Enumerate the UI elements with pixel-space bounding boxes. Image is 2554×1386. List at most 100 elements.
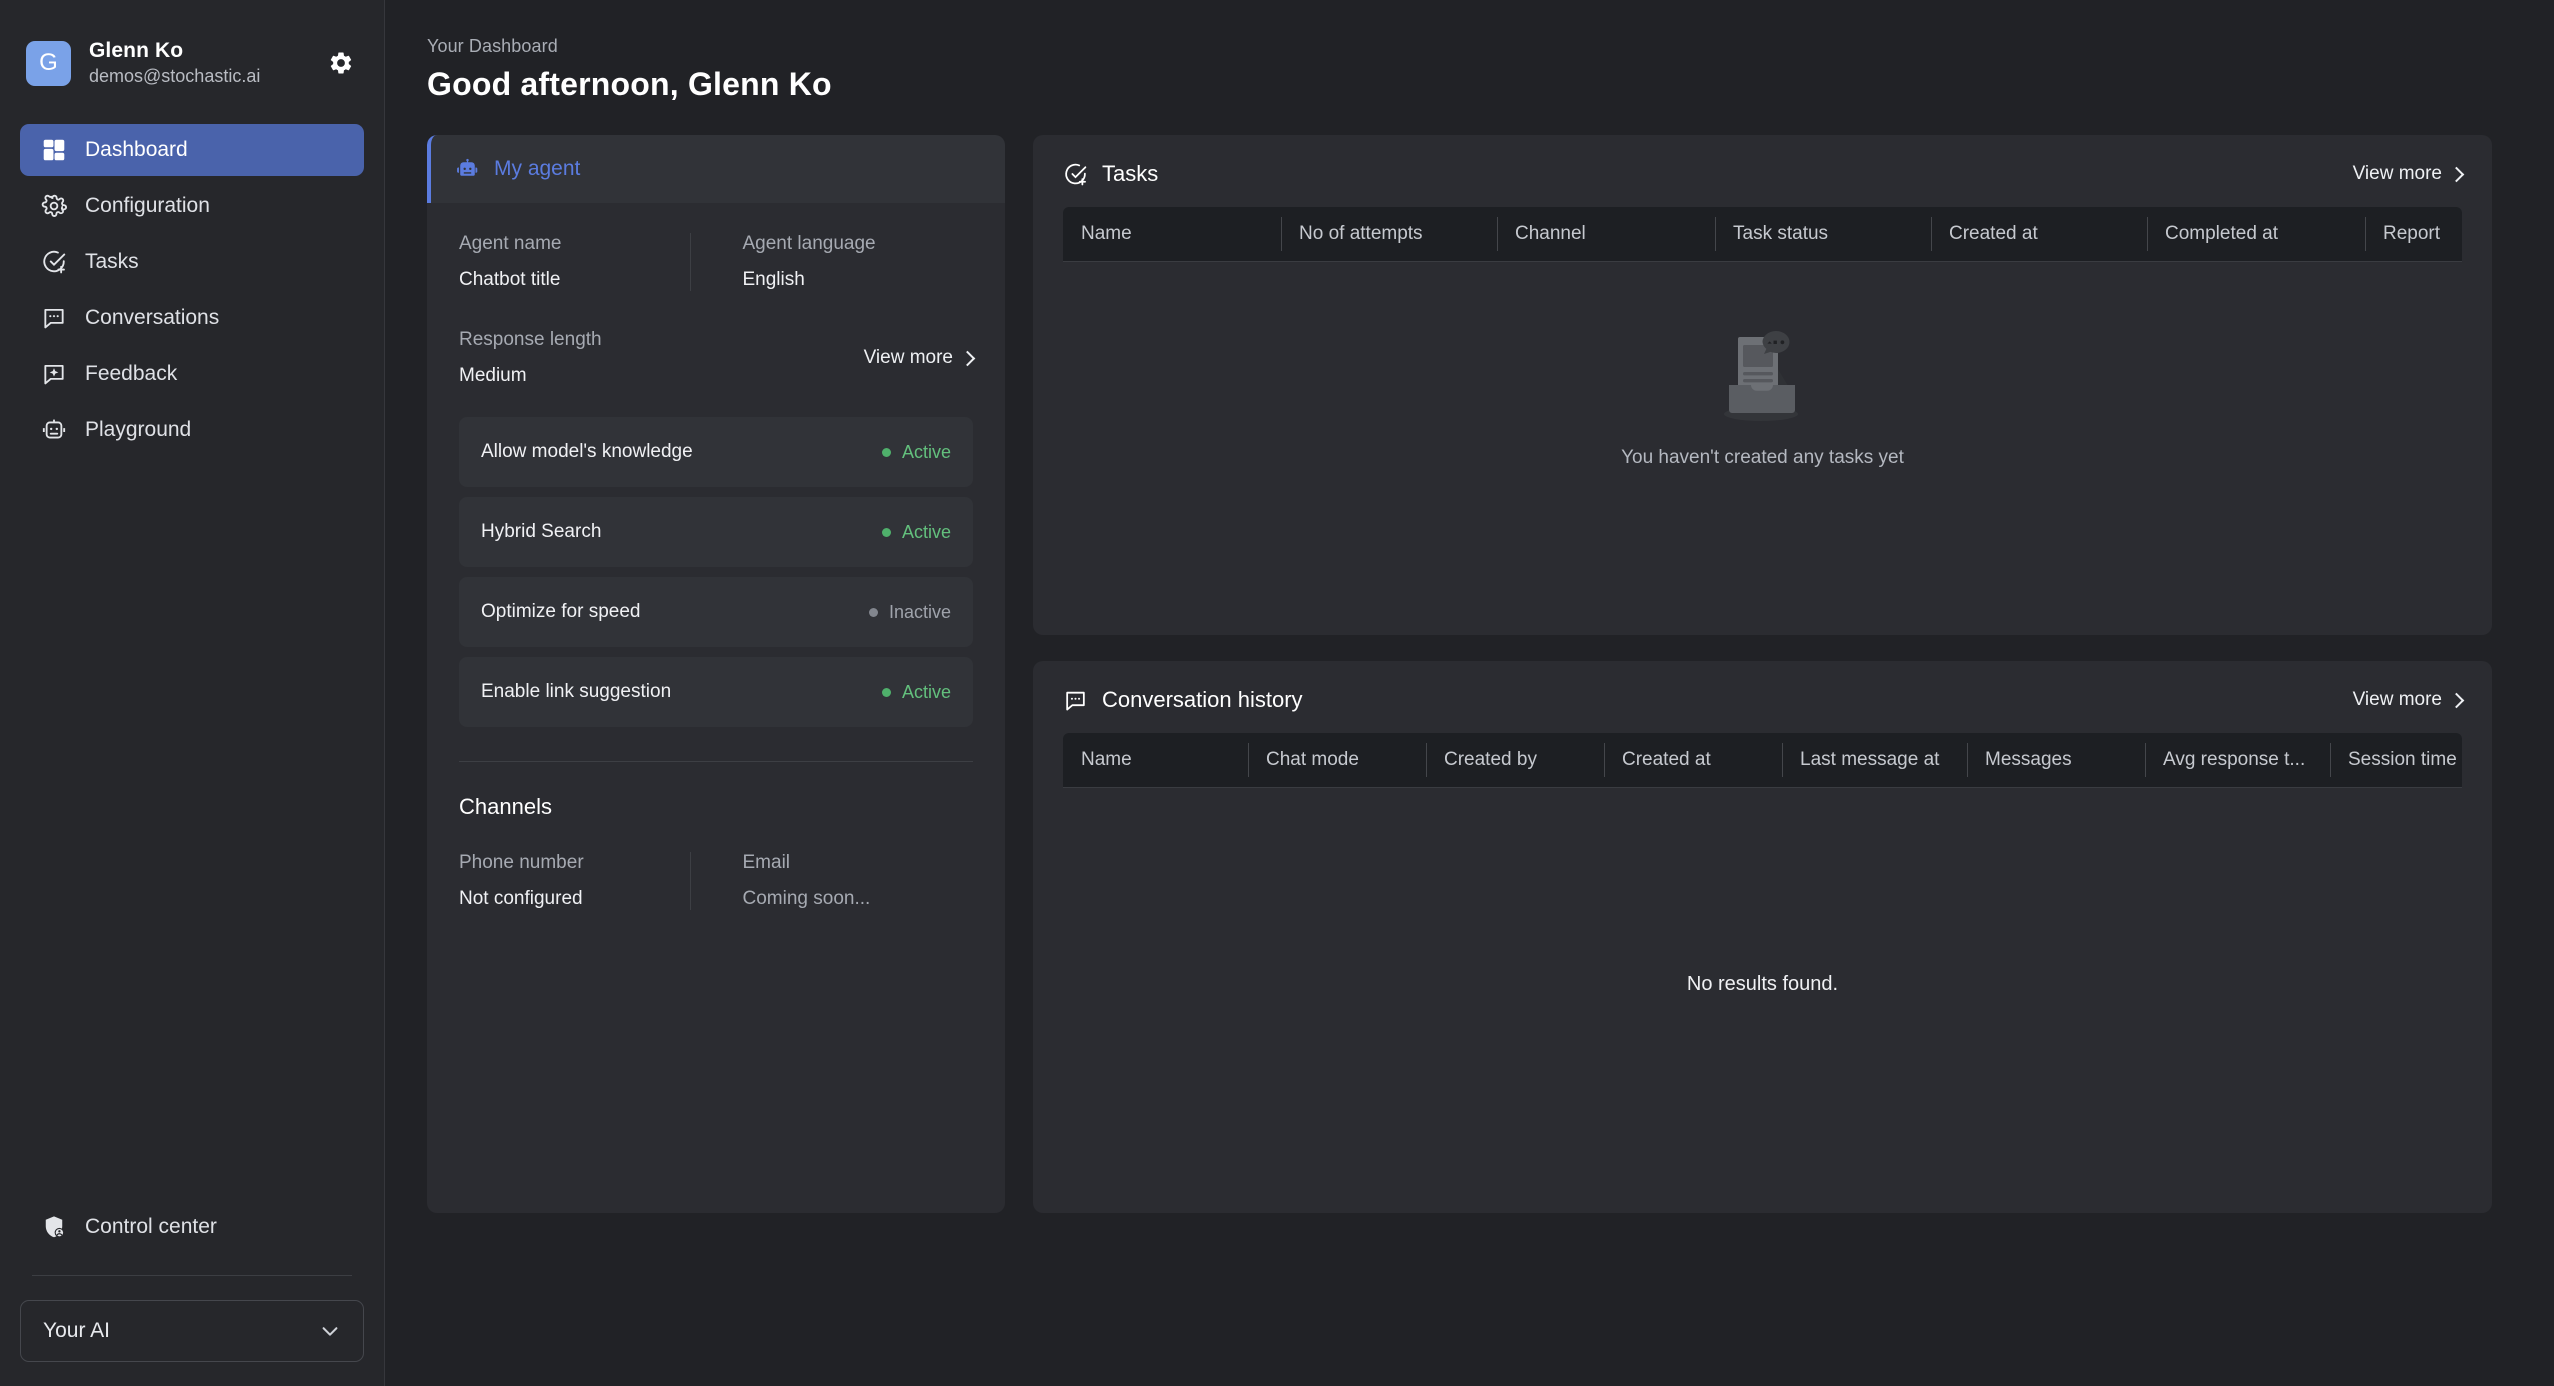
conv-col-created-at[interactable]: Created at [1604, 733, 1782, 787]
sidebar-item-feedback[interactable]: Feedback [20, 348, 364, 400]
conversation-history-panel: Conversation history View more Name Chat… [1033, 661, 2492, 1213]
feature-label: Allow model's knowledge [481, 441, 693, 462]
feature-row[interactable]: Hybrid Search Active [459, 497, 973, 567]
status-dot-icon [881, 687, 891, 697]
sidebar-item-label: Feedback [85, 362, 178, 385]
sidebar-item-playground[interactable]: Playground [20, 404, 364, 456]
sidebar-item-tasks[interactable]: Tasks [20, 236, 364, 288]
chevron-right-icon [2448, 166, 2465, 182]
settings-gear-icon[interactable] [324, 46, 358, 80]
tasks-table-body: You haven't created any tasks yet [1063, 262, 2462, 520]
channel-email-field: Email Coming soon... [689, 852, 974, 910]
status-label: Active [901, 521, 951, 542]
status-dot-icon [881, 527, 891, 537]
conv-col-last-message-at[interactable]: Last message at [1782, 733, 1967, 787]
chevron-down-icon [322, 1327, 338, 1336]
sidebar-bottom: Control center Your AI [0, 1201, 384, 1386]
chevron-right-icon [2448, 692, 2465, 708]
conversation-view-more-label: View more [2352, 689, 2442, 710]
sidebar-nav: Dashboard Configuration Tasks Conversati… [0, 124, 384, 456]
conversation-empty-message: No results found. [1686, 972, 1839, 995]
status-dot-icon [881, 447, 891, 457]
conv-col-avg-response[interactable]: Avg response t... [2145, 733, 2330, 787]
agent-view-more-link[interactable]: View more [864, 347, 976, 369]
agent-name-value: Chatbot title [459, 269, 561, 290]
chat-sparkle-icon [40, 361, 67, 388]
status-badge: Active [881, 681, 951, 703]
tasks-view-more-label: View more [2352, 163, 2442, 184]
tasks-col-created-at[interactable]: Created at [1931, 207, 2147, 261]
feature-label: Hybrid Search [481, 521, 602, 542]
channel-phone-label: Phone number [459, 852, 584, 873]
feature-row[interactable]: Optimize for speed Inactive [459, 577, 973, 647]
tasks-col-name[interactable]: Name [1063, 207, 1281, 261]
agent-name-label: Agent name [459, 233, 562, 254]
conversation-table-header-row: Name Chat mode Created by Created at Las… [1063, 733, 2462, 788]
status-label: Inactive [888, 601, 951, 622]
main-content: Your Dashboard Good afternoon, Glenn Ko … [385, 0, 2554, 1386]
sidebar-item-dashboard[interactable]: Dashboard [20, 124, 364, 176]
conversation-panel-header: Conversation history View more [1033, 661, 2492, 733]
sidebar-item-configuration[interactable]: Configuration [20, 180, 364, 232]
agent-info-row-1: Agent name Chatbot title Agent language … [459, 233, 973, 291]
shield-user-icon [40, 1214, 67, 1241]
avatar: G [26, 40, 71, 86]
sidebar-item-conversations[interactable]: Conversations [20, 292, 364, 344]
conv-col-messages[interactable]: Messages [1967, 733, 2145, 787]
conv-col-created-by[interactable]: Created by [1426, 733, 1604, 787]
channel-email-value: Coming soon... [742, 888, 871, 909]
sidebar: G Glenn Ko demos@stochastic.ai Dashboard [0, 0, 385, 1386]
tasks-col-task-status[interactable]: Task status [1715, 207, 1931, 261]
sidebar-item-control-center[interactable]: Control center [20, 1201, 364, 1253]
status-badge: Inactive [868, 601, 951, 623]
robot-icon [455, 157, 480, 182]
profile-section: G Glenn Ko demos@stochastic.ai [0, 0, 384, 96]
empty-tasks-illustration-icon [1723, 331, 1798, 421]
conversation-header-left: Conversation history [1063, 687, 1303, 713]
tasks-col-report[interactable]: Report [2365, 207, 2462, 261]
my-agent-card-header[interactable]: My agent [427, 135, 1005, 203]
response-length-label: Response length [459, 329, 602, 350]
status-label: Active [901, 441, 951, 462]
tasks-title: Tasks [1102, 161, 1159, 186]
agent-info-row-2: Response length Medium View more [459, 329, 976, 387]
conversation-view-more-link[interactable]: View more [2352, 689, 2465, 711]
status-label: Active [901, 681, 951, 702]
feature-row[interactable]: Allow model's knowledge Active [459, 417, 973, 487]
chat-dots-icon [40, 305, 67, 332]
profile-email: demos@stochastic.ai [89, 66, 261, 86]
tasks-panel-header: Tasks View more [1033, 135, 2492, 207]
control-center-label: Control center [85, 1215, 217, 1238]
profile-name: Glenn Ko [89, 39, 184, 62]
channels-divider [459, 761, 973, 762]
tasks-view-more-link[interactable]: View more [2352, 163, 2465, 185]
conversation-table-body: No results found. [1063, 788, 2462, 1180]
conv-col-session-time[interactable]: Session time [2330, 733, 2462, 787]
right-column: Tasks View more Name No of attempts Chan… [1033, 135, 2492, 1213]
tasks-table: Name No of attempts Channel Task status … [1063, 207, 2462, 520]
app-root: G Glenn Ko demos@stochastic.ai Dashboard [0, 0, 2554, 1386]
feature-row[interactable]: Enable link suggestion Active [459, 657, 973, 727]
page-title: Good afternoon, Glenn Ko [427, 66, 832, 102]
workspace-select[interactable]: Your AI [20, 1300, 364, 1362]
dashboard-columns: My agent Agent name Chatbot title Agent … [427, 135, 2492, 1213]
conversation-title: Conversation history [1102, 687, 1303, 712]
workspace-select-value: Your AI [43, 1319, 110, 1342]
channel-phone-field: Phone number Not configured [459, 852, 690, 910]
robot-icon [40, 417, 67, 444]
conversation-table: Name Chat mode Created by Created at Las… [1063, 733, 2462, 1180]
tasks-header-left: Tasks [1063, 161, 1158, 187]
check-circle-plus-icon [1063, 162, 1088, 187]
breadcrumb: Your Dashboard [427, 36, 558, 56]
feature-label: Enable link suggestion [481, 681, 672, 702]
tasks-col-channel[interactable]: Channel [1497, 207, 1715, 261]
response-length-field: Response length Medium [459, 329, 716, 387]
agent-language-field: Agent language English [689, 233, 974, 291]
tasks-col-completed-at[interactable]: Completed at [2147, 207, 2365, 261]
sidebar-item-label: Dashboard [85, 138, 188, 161]
conv-col-name[interactable]: Name [1063, 733, 1248, 787]
tasks-empty-message: You haven't created any tasks yet [1621, 447, 1904, 468]
check-circle-plus-icon [40, 249, 67, 276]
tasks-col-attempts[interactable]: No of attempts [1281, 207, 1497, 261]
conv-col-chat-mode[interactable]: Chat mode [1248, 733, 1426, 787]
